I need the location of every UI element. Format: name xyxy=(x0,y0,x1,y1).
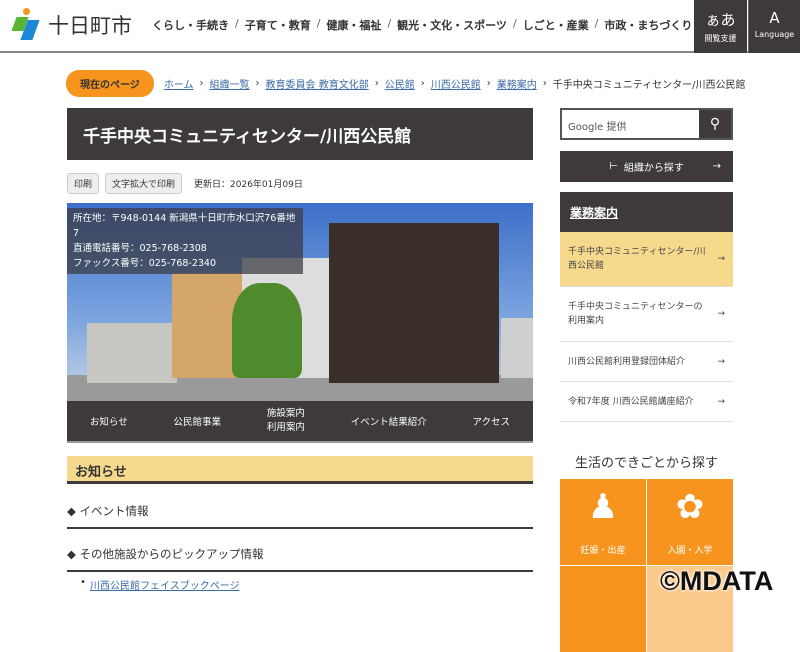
facility-photo: 所在地：〒948-0144 新潟県十日町市水口沢76番地7 直通電話番号：025… xyxy=(67,203,533,401)
diamond-icon: ◆ xyxy=(67,547,80,561)
address: 所在地：〒948-0144 新潟県十日町市水口沢76番地7 xyxy=(73,213,296,239)
section-event-info: ◆ イベント情報 xyxy=(67,503,533,529)
side-item-label: 千手中央コミュニティセンター/川西公民館 xyxy=(568,247,706,271)
global-nav: くらし・手続き / 子育て・教育 / 健康・福祉 / 観光・文化・スポーツ / しごと・… xyxy=(152,17,693,33)
phone: 直通電話番号：025-768-2308 xyxy=(73,243,207,254)
baby-icon: ♟ xyxy=(587,487,619,527)
bullet-icon: • xyxy=(80,577,86,588)
nav-health[interactable]: 健康・福祉 xyxy=(326,17,381,33)
arrow-right-icon: → xyxy=(717,356,725,367)
contact-info: 所在地：〒948-0144 新潟県十日町市水口沢76番地7 直通電話番号：025… xyxy=(67,208,303,274)
print-button[interactable]: 印刷 xyxy=(67,173,100,194)
breadcrumb-kominkan[interactable]: 公民館 xyxy=(385,76,415,91)
tile-pregnancy[interactable]: ♟ 妊娠・出産 xyxy=(560,479,646,565)
facebook-link[interactable]: 川西公民館フェイスブックページ xyxy=(90,577,240,592)
site-name: 十日町市 xyxy=(48,14,132,38)
side-menu-item[interactable]: 川西公民館利用登録団体紹介 → xyxy=(560,342,733,382)
side-menu-item[interactable]: 千手中央コミュニティセンター/川西公民館 → xyxy=(560,232,733,287)
side-item-label: 令和7年度 川西公民館講座紹介 xyxy=(568,396,694,407)
arrow-right-icon: → xyxy=(717,254,725,264)
page-nav-access[interactable]: アクセス xyxy=(473,414,511,428)
search-icon: ⚲ xyxy=(709,116,721,132)
tile-pet[interactable] xyxy=(560,566,646,652)
language-icon: A xyxy=(769,9,780,27)
side-item-label: 川西公民館利用登録団体紹介 xyxy=(568,356,686,367)
language-button[interactable]: A Language xyxy=(748,0,800,53)
nav-tourism[interactable]: 観光・文化・スポーツ xyxy=(397,17,507,33)
font-size-icon: ぁあ xyxy=(705,11,736,29)
page-nav-facility[interactable]: 施設案内 利用案内 xyxy=(267,407,305,435)
side-menu-title[interactable]: 業務案内 xyxy=(560,192,733,232)
section-pickup: ◆ その他施設からのピックアップ情報 xyxy=(67,546,533,572)
org-search-label: 組織から探す xyxy=(623,163,684,174)
site-header: 十日町市 くらし・手続き / 子育て・教育 / 健康・福祉 / 観光・文化・スポーツ /… xyxy=(0,0,800,53)
section-title: その他施設からのピックアップ情報 xyxy=(79,547,264,561)
nav-education[interactable]: 子育て・教育 xyxy=(245,17,311,33)
page-tools: 印刷 文字拡大で印刷 更新日：2026年01月09日 xyxy=(67,173,303,194)
fax: ファックス番号：025-768-2340 xyxy=(73,258,217,269)
arrow-right-icon: → xyxy=(717,396,725,407)
cherry-blossom-icon: ✿ xyxy=(675,487,705,527)
breadcrumb-current: 千手中央コミュニティセンター/川西公民館 xyxy=(552,80,746,91)
arrow-right-icon: → xyxy=(712,161,721,172)
section-title: イベント情報 xyxy=(79,504,149,518)
watermark: ©MDATA xyxy=(660,566,774,596)
breadcrumb-org[interactable]: 組織一覧 xyxy=(210,76,250,91)
breadcrumb-home[interactable]: ホーム xyxy=(164,76,194,91)
side-menu-item[interactable]: 令和7年度 川西公民館講座紹介 → xyxy=(560,382,733,422)
city-emblem-icon xyxy=(11,8,40,42)
current-page-badge: 現在のページ xyxy=(66,70,154,97)
breadcrumb-business[interactable]: 業務案内 xyxy=(497,76,537,91)
site-logo[interactable]: 十日町市 xyxy=(11,8,132,42)
breadcrumb-kawanishi[interactable]: 川西公民館 xyxy=(431,76,481,91)
notice-heading: お知らせ xyxy=(67,456,533,484)
org-search-button[interactable]: ⊢ 組織から探す → xyxy=(560,151,733,182)
updated-date: 更新日：2026年01月09日 xyxy=(194,180,303,190)
breadcrumb-education[interactable]: 教育委員会 教育文化部 xyxy=(266,76,369,91)
diamond-icon: ◆ xyxy=(67,504,80,518)
language-label: Language xyxy=(754,30,795,39)
tile-label: 妊娠・出産 xyxy=(580,546,626,556)
nav-work[interactable]: しごと・産業 xyxy=(523,17,589,33)
side-menu-item[interactable]: 千手中央コミュニティセンターの利用案内 → xyxy=(560,287,733,342)
life-events-title: 生活のできごとから探す xyxy=(574,456,718,471)
nav-city[interactable]: 市政・まちづくり xyxy=(604,17,692,33)
page-title: 千手中央コミュニティセンター/川西公民館 xyxy=(67,108,533,160)
side-item-label: 千手中央コミュニティセンターの利用案内 xyxy=(568,302,703,326)
arrow-right-icon: → xyxy=(717,309,725,319)
print-large-button[interactable]: 文字拡大で印刷 xyxy=(105,173,183,194)
page-nav-projects[interactable]: 公民館事業 xyxy=(174,414,222,428)
accessibility-button[interactable]: ぁあ 閲覧支援 xyxy=(694,0,747,53)
accessibility-label: 閲覧支援 xyxy=(704,34,737,43)
page-nav-event-results[interactable]: イベント結果紹介 xyxy=(351,414,427,428)
breadcrumb: 現在のページ ホーム › 組織一覧 › 教育委員会 教育文化部 › 公民館 › 川西公民… xyxy=(66,70,745,97)
nav-living[interactable]: くらし・手続き xyxy=(152,17,229,33)
tile-label: 入園・入学 xyxy=(667,546,713,556)
page-nav: お知らせ 公民館事業 施設案内 利用案内 イベント結果紹介 アクセス xyxy=(67,401,533,443)
tile-school-entry[interactable]: ✿ 入園・入学 xyxy=(647,479,733,565)
search-input[interactable]: Google 提供 xyxy=(562,110,699,138)
org-tree-icon: ⊢ xyxy=(609,161,618,172)
page-nav-news[interactable]: お知らせ xyxy=(90,414,128,428)
search-button[interactable]: ⚲ xyxy=(699,110,731,138)
site-search: Google 提供 ⚲ xyxy=(560,108,733,140)
